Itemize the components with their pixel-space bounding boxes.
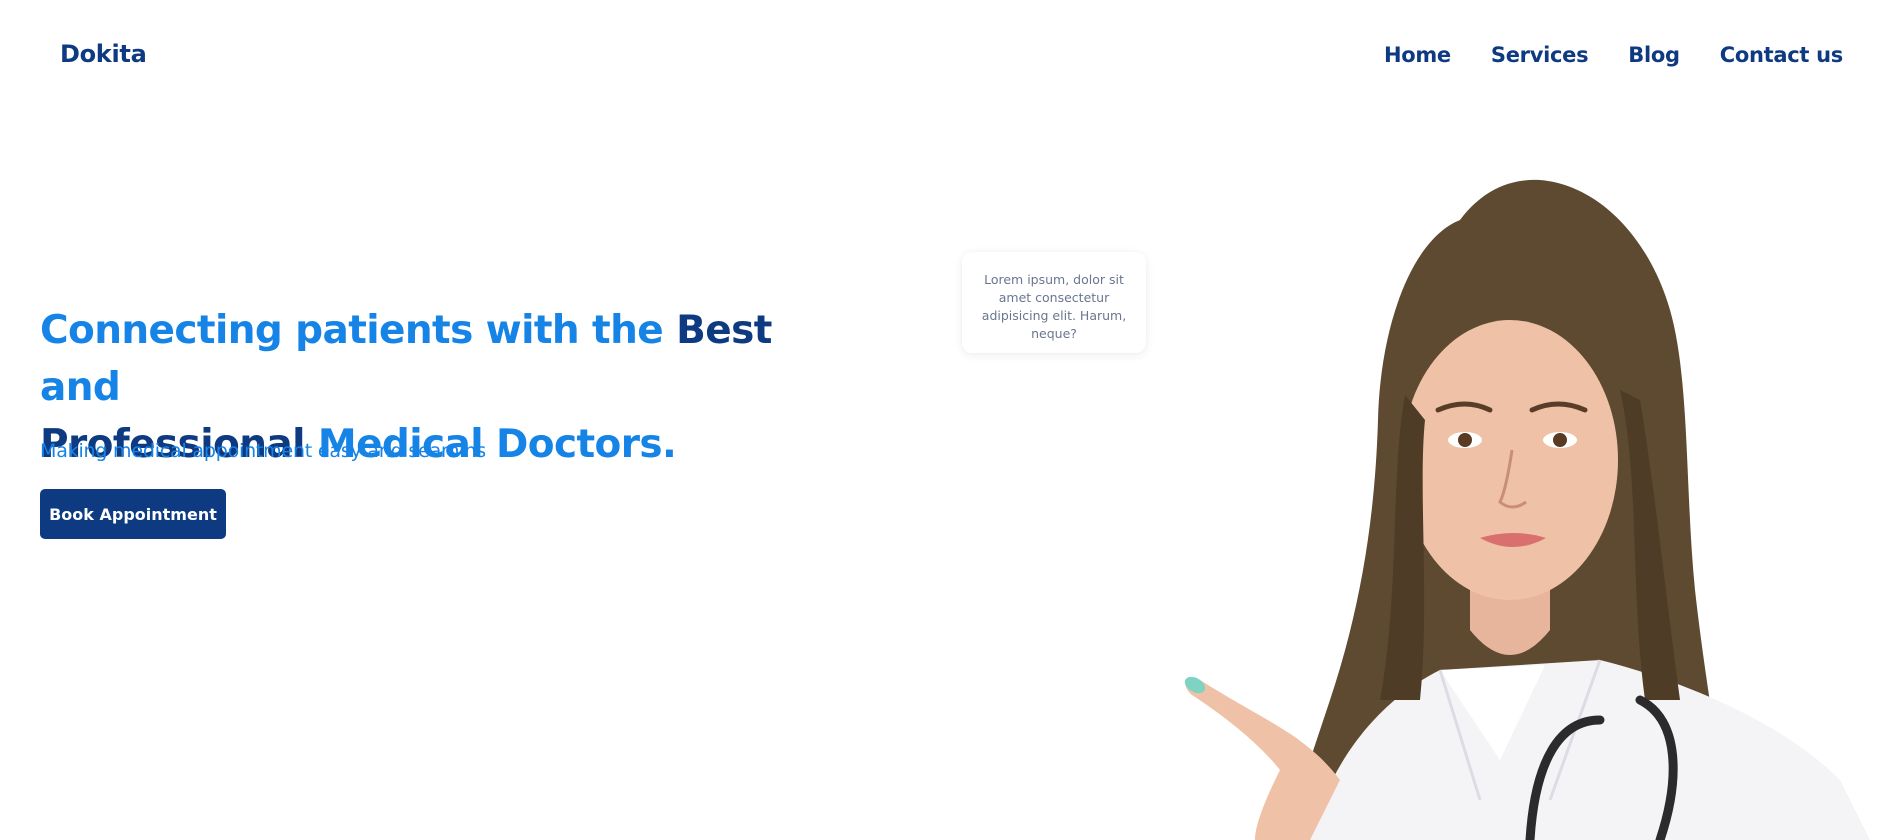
headline-part-best: Best xyxy=(676,308,772,353)
landing-page: Dokita Home Services Blog Contact us Con… xyxy=(0,0,1901,840)
nav-services-link[interactable]: Services xyxy=(1491,43,1589,67)
doctor-woman-pointing-image xyxy=(1184,179,1870,840)
book-appointment-button[interactable]: Book Appointment xyxy=(40,489,226,539)
nav-home-link[interactable]: Home xyxy=(1384,43,1451,67)
hero-subtitle: Making medical appointment easy and seam… xyxy=(40,440,486,462)
headline-part-and: and xyxy=(40,365,121,410)
nav-contact-link[interactable]: Contact us xyxy=(1720,43,1844,67)
logo[interactable]: Dokita xyxy=(60,40,147,68)
nav-blog-link[interactable]: Blog xyxy=(1628,43,1680,67)
main-nav: Home Services Blog Contact us xyxy=(1384,43,1843,67)
headline-part-connecting: Connecting patients with the xyxy=(40,308,664,353)
